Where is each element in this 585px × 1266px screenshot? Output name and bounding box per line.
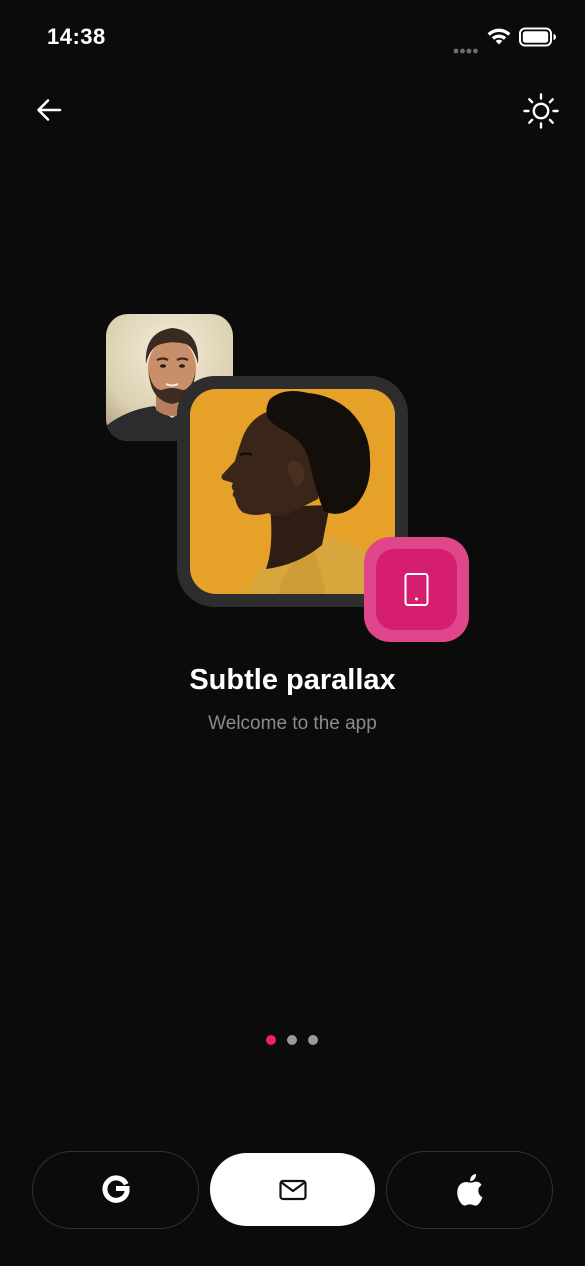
arrow-left-icon — [37, 99, 62, 121]
phone-badge-inner — [376, 549, 457, 630]
email-sign-in-button[interactable] — [210, 1153, 375, 1226]
sun-icon — [523, 93, 559, 129]
battery-icon — [519, 27, 557, 52]
large-photo-frame — [177, 376, 408, 607]
onboarding-title: Subtle parallax — [189, 664, 396, 696]
wifi-icon — [486, 27, 512, 51]
page-dot-1[interactable] — [266, 1035, 276, 1045]
status-bar: 14:38 — [0, 0, 585, 70]
theme-toggle-button[interactable] — [522, 92, 560, 130]
bearded-man-photo — [106, 314, 233, 441]
page-dot-3[interactable] — [308, 1035, 318, 1045]
smartphone-icon — [404, 573, 429, 606]
back-button[interactable] — [33, 94, 65, 126]
google-sign-in-button[interactable] — [32, 1151, 199, 1229]
onboarding-illustration — [0, 0, 585, 660]
status-time: 14:38 — [47, 24, 106, 49]
google-g-icon — [101, 1175, 129, 1203]
phone-badge — [364, 537, 469, 642]
onboarding-subtitle: Welcome to the app — [208, 713, 377, 734]
page-indicator — [266, 1035, 318, 1045]
apple-icon — [456, 1174, 482, 1206]
cellular-dots-icon — [453, 41, 479, 59]
mail-icon — [278, 1179, 307, 1200]
page-dot-2[interactable] — [287, 1035, 297, 1045]
profile-portrait-photo — [190, 389, 395, 594]
apple-sign-in-button[interactable] — [386, 1151, 553, 1229]
